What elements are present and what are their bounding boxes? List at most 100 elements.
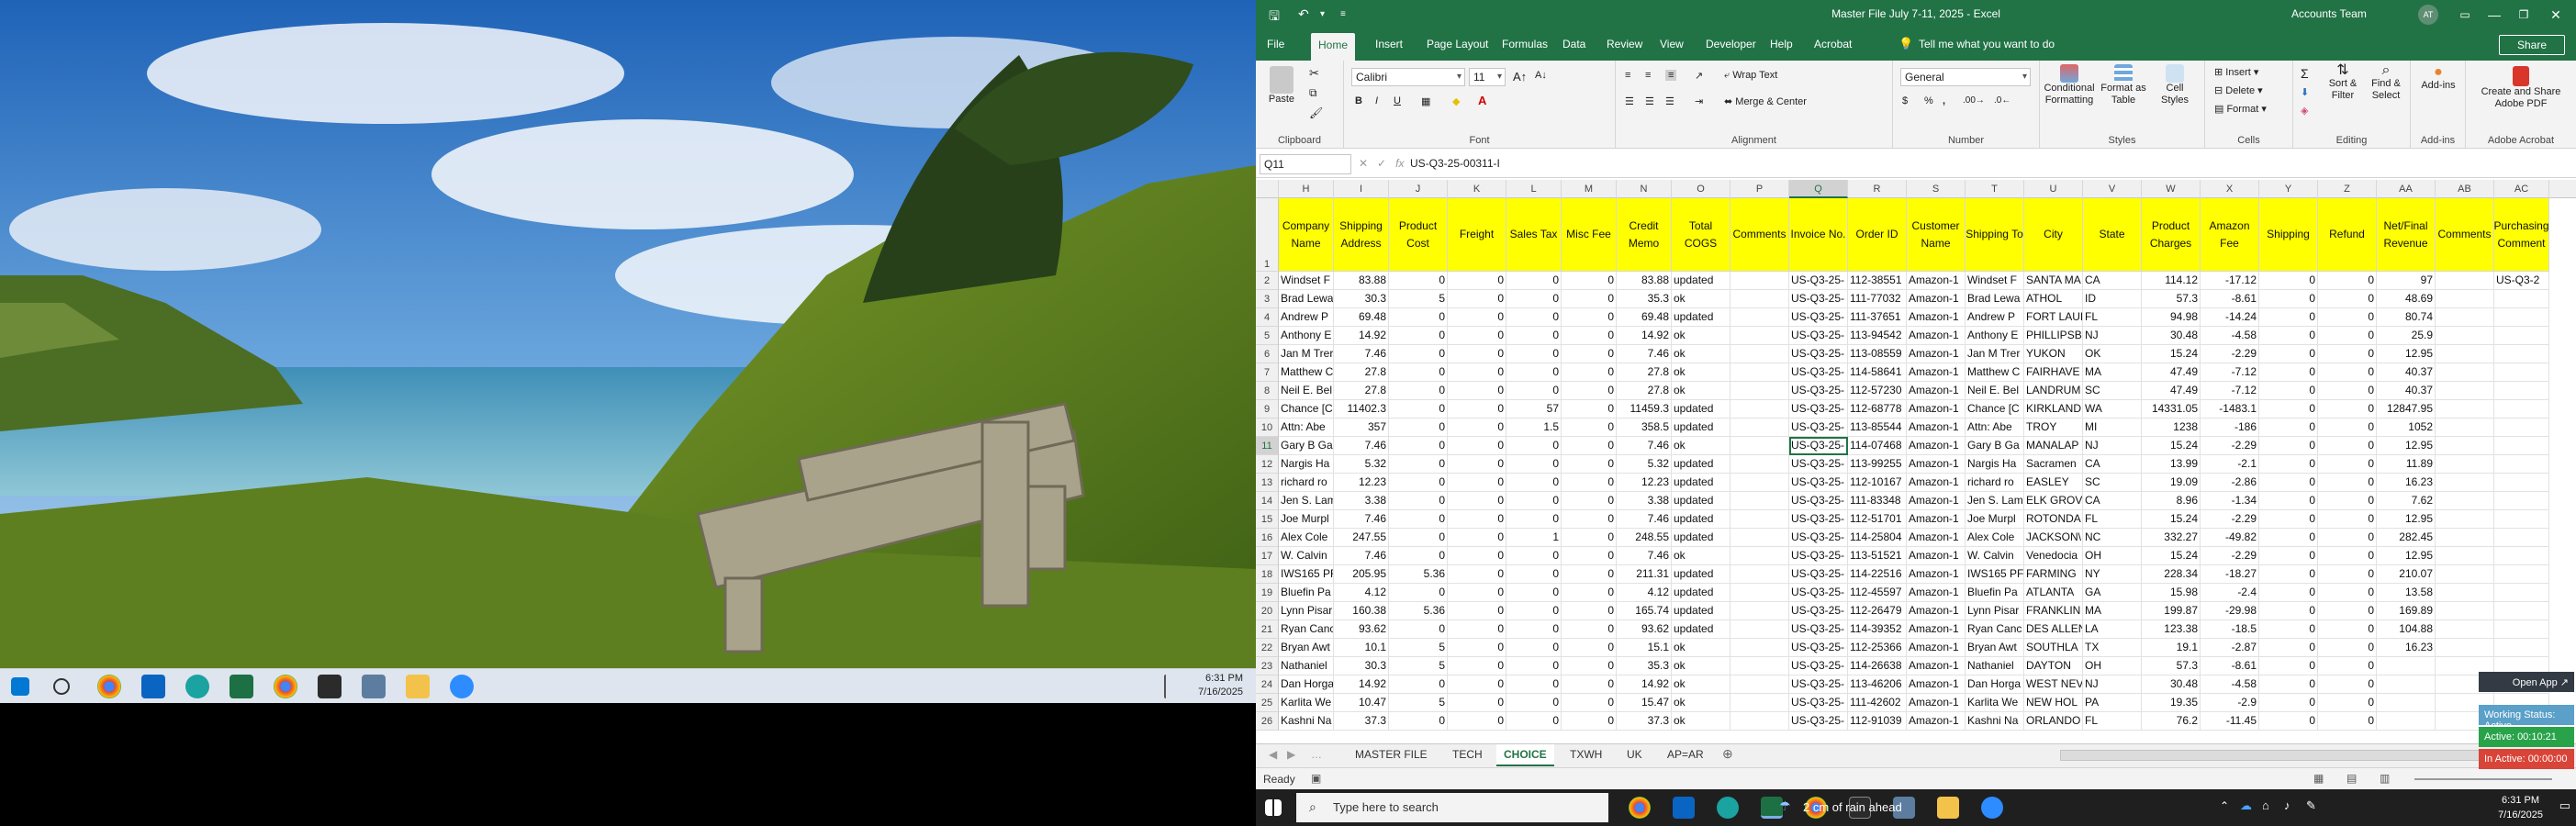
cell-ab14[interactable] bbox=[2436, 492, 2494, 510]
cell-t12[interactable]: Nargis Ha bbox=[1966, 455, 2024, 474]
cell-aa20[interactable]: 169.89 bbox=[2377, 602, 2436, 620]
cell-p18[interactable] bbox=[1730, 565, 1789, 584]
cell-n25[interactable]: 15.47 bbox=[1617, 694, 1672, 712]
cell-ac20[interactable] bbox=[2494, 602, 2549, 620]
cell-u26[interactable]: ORLANDO bbox=[2024, 712, 2083, 731]
cell-x8[interactable]: -7.12 bbox=[2201, 382, 2259, 400]
cell-t10[interactable]: Attn: Abe bbox=[1966, 419, 2024, 437]
cell-x5[interactable]: -4.58 bbox=[2201, 327, 2259, 345]
cell-h8[interactable]: Neil E. Bel bbox=[1279, 382, 1334, 400]
cell-h5[interactable]: Anthony E bbox=[1279, 327, 1334, 345]
cell-y3[interactable]: 0 bbox=[2259, 290, 2318, 308]
cell-o20[interactable]: updated bbox=[1672, 602, 1730, 620]
cell-u10[interactable]: TROY bbox=[2024, 419, 2083, 437]
cell-w24[interactable]: 30.48 bbox=[2142, 675, 2201, 694]
cell-ab13[interactable] bbox=[2436, 474, 2494, 492]
column-header-q[interactable]: Q bbox=[1789, 180, 1848, 198]
cell-q6[interactable]: US-Q3-25- bbox=[1789, 345, 1848, 363]
cell-x25[interactable]: -2.9 bbox=[2201, 694, 2259, 712]
row-header-13[interactable]: 13 bbox=[1256, 474, 1279, 492]
cell-h6[interactable]: Jan M Trer bbox=[1279, 345, 1334, 363]
cell-n6[interactable]: 7.46 bbox=[1617, 345, 1672, 363]
cell-s4[interactable]: Amazon-1 bbox=[1907, 308, 1966, 327]
cell-j12[interactable]: 0 bbox=[1389, 455, 1448, 474]
header-cell-ab[interactable]: Comments bbox=[2436, 198, 2494, 272]
fill-color-icon[interactable]: ◆ bbox=[1452, 95, 1460, 107]
cell-z26[interactable]: 0 bbox=[2318, 712, 2377, 731]
cell-o19[interactable]: updated bbox=[1672, 584, 1730, 602]
cell-s10[interactable]: Amazon-1 bbox=[1907, 419, 1966, 437]
cell-t23[interactable]: Nathaniel bbox=[1966, 657, 2024, 675]
cell-h22[interactable]: Bryan Awt bbox=[1279, 639, 1334, 657]
taskbar-clock[interactable]: 6:31 PM 7/16/2025 bbox=[2498, 793, 2543, 822]
cell-i4[interactable]: 69.48 bbox=[1334, 308, 1389, 327]
row-header-15[interactable]: 15 bbox=[1256, 510, 1279, 529]
cell-k25[interactable]: 0 bbox=[1448, 694, 1506, 712]
cell-h17[interactable]: W. Calvin bbox=[1279, 547, 1334, 565]
chrome-profile-icon[interactable] bbox=[274, 675, 297, 698]
cell-r8[interactable]: 112-57230 bbox=[1848, 382, 1907, 400]
cell-j4[interactable]: 0 bbox=[1389, 308, 1448, 327]
cell-j11[interactable]: 0 bbox=[1389, 437, 1448, 455]
cell-h11[interactable]: Gary B Ga bbox=[1279, 437, 1334, 455]
cell-v3[interactable]: ID bbox=[2083, 290, 2142, 308]
cell-y7[interactable]: 0 bbox=[2259, 363, 2318, 382]
cell-z3[interactable]: 0 bbox=[2318, 290, 2377, 308]
cell-q25[interactable]: US-Q3-25- bbox=[1789, 694, 1848, 712]
selected-cell[interactable]: US-Q3-25- bbox=[1789, 437, 1848, 455]
cell-z19[interactable]: 0 bbox=[2318, 584, 2377, 602]
tab-file[interactable]: File bbox=[1267, 38, 1284, 50]
cell-aa17[interactable]: 12.95 bbox=[2377, 547, 2436, 565]
cell-r11[interactable]: 114-07468 bbox=[1848, 437, 1907, 455]
cell-u22[interactable]: SOUTHLA bbox=[2024, 639, 2083, 657]
cell-s12[interactable]: Amazon-1 bbox=[1907, 455, 1966, 474]
add-sheet-icon[interactable]: ⊕ bbox=[1722, 746, 1733, 762]
cell-t19[interactable]: Bluefin Pa bbox=[1966, 584, 2024, 602]
cell-z11[interactable]: 0 bbox=[2318, 437, 2377, 455]
cell-s9[interactable]: Amazon-1 bbox=[1907, 400, 1966, 419]
cell-ac13[interactable] bbox=[2494, 474, 2549, 492]
cell-o3[interactable]: ok bbox=[1672, 290, 1730, 308]
cell-ac6[interactable] bbox=[2494, 345, 2549, 363]
cell-l18[interactable]: 0 bbox=[1506, 565, 1562, 584]
cell-w12[interactable]: 13.99 bbox=[2142, 455, 2201, 474]
cell-h20[interactable]: Lynn Pisar bbox=[1279, 602, 1334, 620]
cell-y2[interactable]: 0 bbox=[2259, 272, 2318, 290]
cell-i9[interactable]: 11402.3 bbox=[1334, 400, 1389, 419]
cell-x17[interactable]: -2.29 bbox=[2201, 547, 2259, 565]
cell-z2[interactable]: 0 bbox=[2318, 272, 2377, 290]
search-icon[interactable] bbox=[53, 678, 70, 695]
cell-n26[interactable]: 37.3 bbox=[1617, 712, 1672, 731]
cell-o6[interactable]: ok bbox=[1672, 345, 1730, 363]
cell-r23[interactable]: 114-26638 bbox=[1848, 657, 1907, 675]
cell-n14[interactable]: 3.38 bbox=[1617, 492, 1672, 510]
cell-ac17[interactable] bbox=[2494, 547, 2549, 565]
cell-h23[interactable]: Nathaniel bbox=[1279, 657, 1334, 675]
cell-l2[interactable]: 0 bbox=[1506, 272, 1562, 290]
column-header-v[interactable]: V bbox=[2083, 180, 2142, 198]
cell-j6[interactable]: 0 bbox=[1389, 345, 1448, 363]
minimize-button[interactable]: — bbox=[2481, 2, 2508, 28]
cell-ab15[interactable] bbox=[2436, 510, 2494, 529]
cell-n16[interactable]: 248.55 bbox=[1617, 529, 1672, 547]
cell-z7[interactable]: 0 bbox=[2318, 363, 2377, 382]
cell-k5[interactable]: 0 bbox=[1448, 327, 1506, 345]
cell-s14[interactable]: Amazon-1 bbox=[1907, 492, 1966, 510]
cell-o18[interactable]: updated bbox=[1672, 565, 1730, 584]
cell-p3[interactable] bbox=[1730, 290, 1789, 308]
cell-m20[interactable]: 0 bbox=[1562, 602, 1617, 620]
cell-s19[interactable]: Amazon-1 bbox=[1907, 584, 1966, 602]
cell-s8[interactable]: Amazon-1 bbox=[1907, 382, 1966, 400]
cell-ab11[interactable] bbox=[2436, 437, 2494, 455]
cell-p5[interactable] bbox=[1730, 327, 1789, 345]
cell-t3[interactable]: Brad Lewa bbox=[1966, 290, 2024, 308]
cell-n9[interactable]: 11459.3 bbox=[1617, 400, 1672, 419]
cell-i15[interactable]: 7.46 bbox=[1334, 510, 1389, 529]
cell-ac19[interactable] bbox=[2494, 584, 2549, 602]
cell-ab9[interactable] bbox=[2436, 400, 2494, 419]
cell-j20[interactable]: 5.36 bbox=[1389, 602, 1448, 620]
cell-i2[interactable]: 83.88 bbox=[1334, 272, 1389, 290]
cell-h24[interactable]: Dan Horga bbox=[1279, 675, 1334, 694]
cell-i18[interactable]: 205.95 bbox=[1334, 565, 1389, 584]
cell-x20[interactable]: -29.98 bbox=[2201, 602, 2259, 620]
